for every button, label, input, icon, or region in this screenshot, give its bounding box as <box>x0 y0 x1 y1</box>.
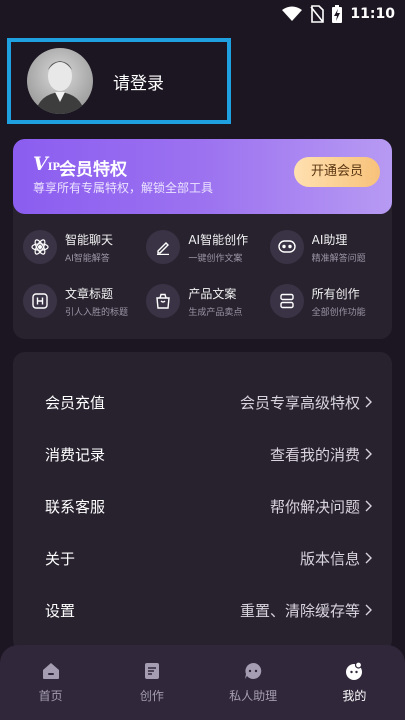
vip-logo: VIP <box>33 153 60 175</box>
feature-subtitle: 精准解答问题 <box>311 253 366 264</box>
chevron-right-icon <box>365 500 372 512</box>
feature-title: 智能聊天 <box>65 232 114 247</box>
stack-icon <box>269 284 304 318</box>
status-bar: 11:10 <box>0 0 405 28</box>
feature-title: AI智能创作 <box>188 232 249 247</box>
tab-label: 创作 <box>139 689 164 703</box>
heading-icon <box>23 284 57 318</box>
feature-product-copy[interactable]: 产品文案 生成产品卖点 <box>146 283 269 319</box>
feature-grid: 智能聊天 AI智能解答 AI智能创作 一键创作文案 AI助理 精准解答问题 文章… <box>23 229 393 319</box>
tab-create[interactable]: 创作 <box>101 645 202 720</box>
menu-item-customer-service[interactable]: 联系客服 帮你解决问题 <box>13 480 392 532</box>
assistant-icon <box>245 662 262 679</box>
menu-label: 关于 <box>45 549 76 568</box>
login-profile-area[interactable]: 请登录 <box>7 38 231 124</box>
menu-item-settings[interactable]: 设置 重置、清除缓存等 <box>13 584 392 636</box>
feature-smart-chat[interactable]: 智能聊天 AI智能解答 <box>23 229 146 265</box>
bottom-tab-bar: 首页 创作 私人助理 我的 <box>0 645 405 720</box>
feature-article-title[interactable]: 文章标题 引人入胜的标题 <box>23 283 146 319</box>
status-time: 11:10 <box>350 6 395 22</box>
menu-item-purchase-history[interactable]: 消费记录 查看我的消费 <box>13 428 392 480</box>
tab-label: 首页 <box>38 689 63 703</box>
feature-title: 所有创作 <box>311 286 360 301</box>
feature-subtitle: 全部创作功能 <box>311 307 366 318</box>
chevron-right-icon <box>365 604 372 616</box>
vip-subtitle: 尊享所有专属特权，解锁全部工具 <box>33 181 214 195</box>
feature-subtitle: AI智能解答 <box>65 253 110 264</box>
feature-title: 产品文案 <box>188 286 237 301</box>
profile-icon <box>346 661 363 680</box>
chevron-right-icon <box>365 552 372 564</box>
menu-value: 会员专享高级特权 <box>239 393 360 412</box>
menu-value: 版本信息 <box>299 549 360 568</box>
feature-title: 文章标题 <box>65 286 114 301</box>
avatar[interactable] <box>27 48 93 114</box>
feature-subtitle: 引人入胜的标题 <box>65 307 129 318</box>
open-vip-button[interactable]: 开通会员 <box>294 157 380 187</box>
menu-card: 会员充值 会员专享高级特权 消费记录 查看我的消费 联系客服 帮你解决问题 关于… <box>13 352 392 652</box>
feature-all-creations[interactable]: 所有创作 全部创作功能 <box>269 283 393 319</box>
menu-label: 消费记录 <box>45 445 106 464</box>
bag-icon <box>146 284 181 318</box>
atom-icon <box>23 230 57 264</box>
pen-icon <box>146 230 181 264</box>
feature-ai-creation[interactable]: AI智能创作 一键创作文案 <box>146 229 269 265</box>
chevron-right-icon <box>365 448 372 460</box>
home-icon <box>42 663 59 679</box>
menu-value: 重置、清除缓存等 <box>239 601 360 620</box>
document-icon <box>144 663 159 679</box>
chat-bubble-icon <box>269 230 304 264</box>
login-prompt[interactable]: 请登录 <box>113 69 164 94</box>
menu-value: 查看我的消费 <box>269 445 360 464</box>
chevron-right-icon <box>365 396 372 408</box>
vip-banner[interactable]: VIP 会员特权 尊享所有专属特权，解锁全部工具 开通会员 <box>13 139 392 214</box>
menu-item-vip-recharge[interactable]: 会员充值 会员专享高级特权 <box>13 376 392 428</box>
tab-label: 我的 <box>342 689 367 703</box>
menu-value: 帮你解决问题 <box>269 497 360 516</box>
feature-subtitle: 一键创作文案 <box>188 253 243 264</box>
vip-title: 会员特权 <box>59 160 127 180</box>
feature-ai-assistant[interactable]: AI助理 精准解答问题 <box>269 229 393 265</box>
tab-mine[interactable]: 我的 <box>304 645 405 720</box>
menu-label: 联系客服 <box>45 497 106 516</box>
feature-title: AI助理 <box>311 232 348 247</box>
menu-label: 会员充值 <box>45 393 106 412</box>
menu-item-about[interactable]: 关于 版本信息 <box>13 532 392 584</box>
vip-card: VIP 会员特权 尊享所有专属特权，解锁全部工具 开通会员 智能聊天 AI智能解… <box>13 139 392 339</box>
tab-label: 私人助理 <box>229 689 278 703</box>
tab-assistant[interactable]: 私人助理 <box>203 645 304 720</box>
no-sim-icon <box>310 5 325 23</box>
feature-subtitle: 生成产品卖点 <box>188 307 243 318</box>
tab-home[interactable]: 首页 <box>0 645 101 720</box>
menu-label: 设置 <box>45 601 76 620</box>
wifi-icon <box>282 6 303 21</box>
battery-charging-icon <box>332 5 343 23</box>
